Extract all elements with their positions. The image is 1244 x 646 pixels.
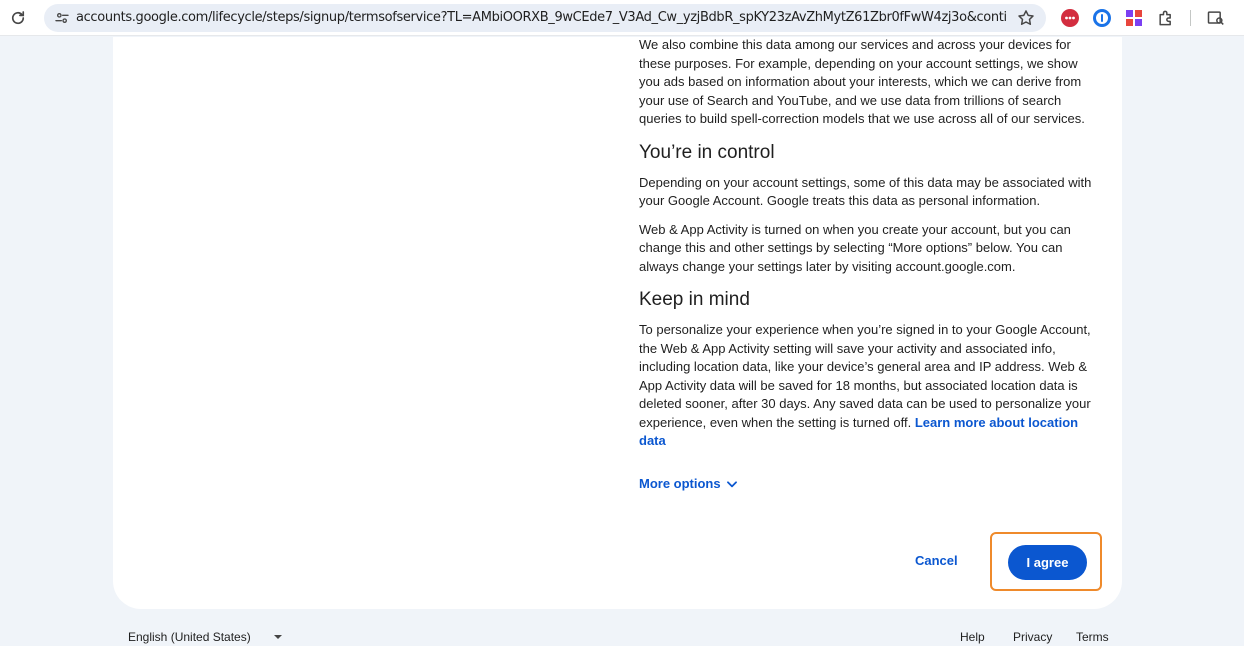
help-link[interactable]: Help: [960, 630, 985, 644]
more-options-button[interactable]: More options: [639, 476, 739, 491]
keep-in-mind-text: To personalize your experience when you’…: [639, 322, 1091, 430]
lastpass-icon[interactable]: [1060, 8, 1080, 28]
agree-button[interactable]: I agree: [1008, 545, 1087, 580]
intro-paragraph: We also combine this data among our serv…: [639, 37, 1085, 126]
section-title-keep-in-mind: Keep in mind: [639, 289, 750, 310]
tab-search-icon[interactable]: [1206, 8, 1226, 28]
section-title-in-control: You’re in control: [639, 141, 775, 163]
language-selector[interactable]: English (United States): [128, 630, 283, 644]
agree-highlight-box: I agree: [990, 532, 1102, 591]
star-icon[interactable]: [1016, 8, 1036, 28]
terms-link[interactable]: Terms: [1076, 630, 1109, 644]
privacy-link[interactable]: Privacy: [1013, 630, 1052, 644]
terms-content: We also combine this data among our serv…: [639, 37, 1097, 451]
extension-grid-icon[interactable]: [1124, 8, 1144, 28]
in-control-paragraph-2: Web & App Activity is turned on when you…: [639, 221, 1071, 274]
in-control-paragraph-1: Depending on your account settings, some…: [639, 174, 1092, 209]
url-text[interactable]: accounts.google.com/lifecycle/steps/sign…: [76, 10, 1006, 26]
toolbar-divider: [1190, 10, 1191, 26]
more-options-label: More options: [639, 476, 721, 491]
keep-in-mind-paragraph: To personalize your experience when you’…: [639, 321, 1097, 451]
browser-toolbar: accounts.google.com/lifecycle/steps/sign…: [0, 0, 1244, 36]
reload-icon[interactable]: [9, 9, 27, 27]
terms-card: We also combine this data among our serv…: [113, 37, 1122, 609]
tune-icon[interactable]: [54, 10, 70, 26]
puzzle-icon[interactable]: [1156, 8, 1176, 28]
cancel-button[interactable]: Cancel: [915, 549, 958, 571]
address-bar[interactable]: accounts.google.com/lifecycle/steps/sign…: [44, 4, 1046, 32]
language-label: English (United States): [128, 630, 251, 644]
dropdown-arrow-icon: [273, 635, 282, 639]
onepassword-icon[interactable]: [1092, 8, 1112, 28]
footer: English (United States) Help Privacy Ter…: [0, 624, 1244, 646]
chevron-down-icon: [726, 480, 737, 487]
